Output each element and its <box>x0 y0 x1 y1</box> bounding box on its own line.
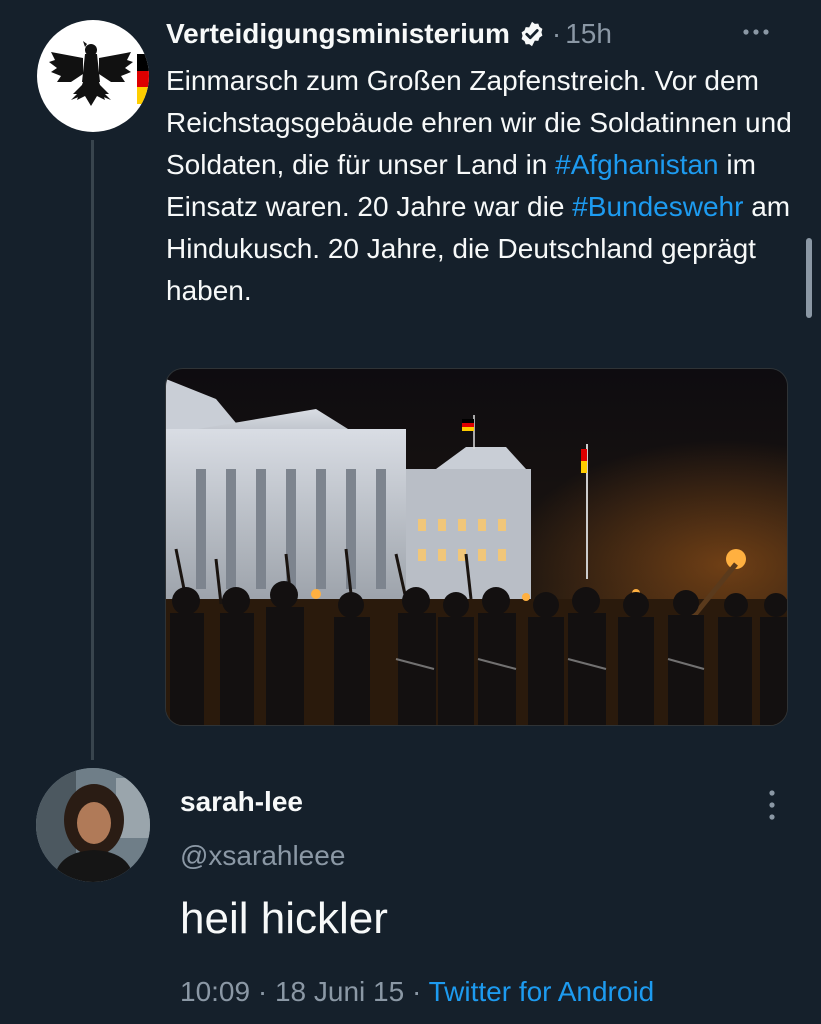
meta-separator: · <box>551 18 562 49</box>
tweet-media-image[interactable] <box>165 368 788 726</box>
hashtag-bundeswehr[interactable]: #Bundeswehr <box>572 191 743 222</box>
tweet-header: Verteidigungsministerium · 15h <box>166 14 612 54</box>
user-photo-avatar <box>36 768 150 882</box>
author-name[interactable]: Verteidigungsministerium <box>166 18 510 50</box>
flag-black-stripe <box>137 54 149 71</box>
footer-separator: · <box>411 976 422 1007</box>
ministry-avatar[interactable] <box>37 20 149 132</box>
more-horizontal-icon[interactable] <box>741 22 771 42</box>
reply-footer: 10:09 · 18 Juni 15 · Twitter for Android <box>180 976 654 1008</box>
reply-avatar[interactable] <box>36 768 150 882</box>
tweet-text: Einmarsch zum Großen Zapfenstreich. Vor … <box>166 60 796 312</box>
reply-display-name[interactable]: sarah-lee <box>180 786 303 818</box>
tweet-time[interactable]: 15h <box>565 18 612 50</box>
hashtag-afghanistan[interactable]: #Afghanistan <box>555 149 718 180</box>
german-flag <box>137 54 149 104</box>
reichstag-night-photo <box>166 369 787 725</box>
flag-red-stripe <box>137 70 149 88</box>
scrollbar[interactable] <box>806 238 812 318</box>
footer-separator: · <box>257 976 268 1007</box>
reply-date[interactable]: 18 Juni 15 <box>275 976 404 1007</box>
federal-eagle-icon <box>49 41 133 106</box>
reply-source-link[interactable]: Twitter for Android <box>429 976 655 1007</box>
thread-line <box>91 140 94 760</box>
more-vertical-icon[interactable] <box>766 788 778 822</box>
flag-gold-stripe <box>137 87 149 104</box>
reply-text: heil hickler <box>180 894 388 943</box>
reply-time[interactable]: 10:09 <box>180 976 250 1007</box>
reply-handle[interactable]: @xsarahleee <box>180 840 345 872</box>
verified-badge-icon <box>521 21 543 47</box>
